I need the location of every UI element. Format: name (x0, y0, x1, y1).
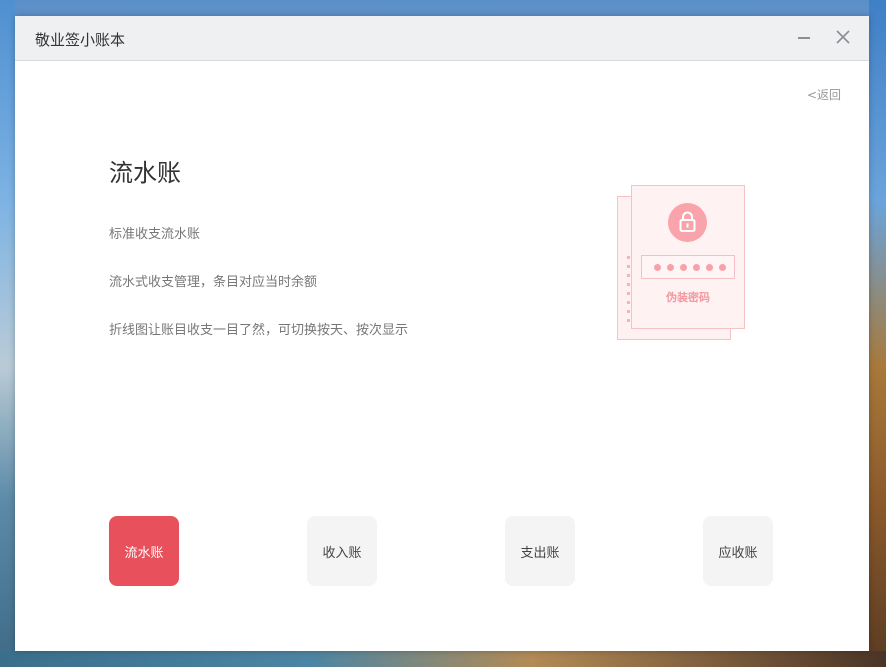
close-button[interactable] (832, 26, 854, 48)
tab-expense[interactable]: 支出账 (505, 516, 575, 586)
desktop-background-right (869, 0, 886, 667)
desktop-background-left (0, 0, 15, 667)
lock-badge (668, 203, 707, 242)
illustration-label: 伪装密码 (666, 291, 710, 304)
feature-text: 折线图让账目收支一目了然，可切换按天、按次显示 (109, 323, 409, 338)
binding-dots (627, 256, 631, 328)
desktop-background-bottom (0, 651, 886, 667)
illustration-card-front: 伪装密码 (627, 185, 745, 329)
feature-text: 标准收支流水账 (109, 227, 201, 242)
app-window: 敬业签小账本 <返回 流水账 标准收支流水账 流水式收支管理，条目对应当时余额 … (15, 16, 869, 651)
back-link[interactable]: <返回 (807, 86, 841, 103)
lock-icon (679, 211, 696, 232)
password-illustration: 伪装密码 (615, 184, 750, 344)
tab-receivable[interactable]: 应收账 (703, 516, 773, 586)
password-field-graphic (641, 255, 735, 279)
minimize-button[interactable] (793, 26, 815, 48)
minimize-icon (798, 37, 810, 39)
feature-text: 流水式收支管理，条目对应当时余额 (109, 275, 318, 290)
window-title: 敬业签小账本 (35, 31, 126, 49)
title-bar[interactable]: 敬业签小账本 (15, 16, 869, 61)
tab-income[interactable]: 收入账 (307, 516, 377, 586)
page-title: 流水账 (109, 159, 181, 187)
tab-cashflow[interactable]: 流水账 (109, 516, 179, 586)
close-icon (836, 30, 850, 44)
